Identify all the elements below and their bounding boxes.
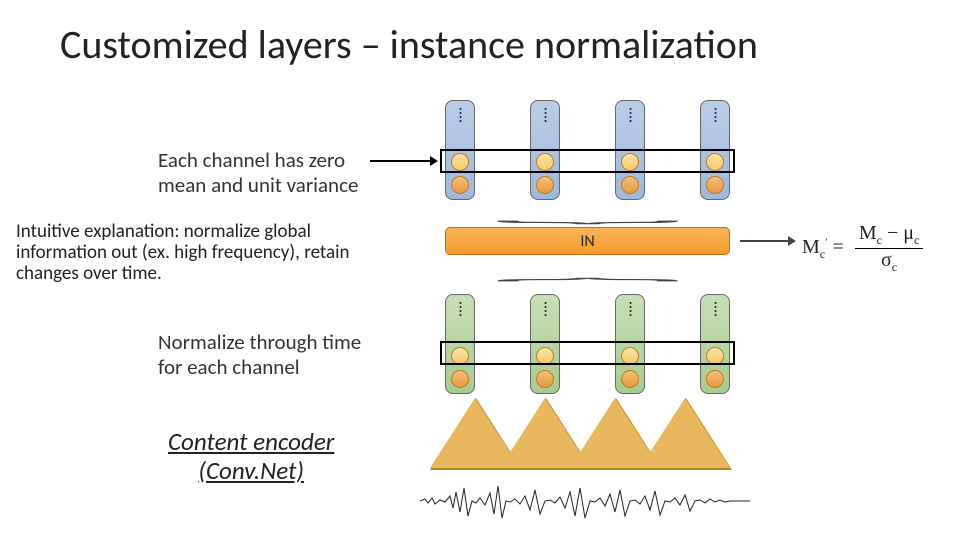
equals-sign: = (833, 236, 849, 258)
ellipsis-icon: ···· (531, 107, 559, 123)
brace-top-icon: ⏟ (494, 205, 681, 225)
formula: Mc′ = Mc − μc σc (802, 222, 923, 275)
arrow-icon (370, 160, 436, 162)
ellipsis-icon: ···· (446, 301, 474, 317)
pyramid-icon (640, 398, 730, 468)
convnet-pyramids (430, 398, 750, 476)
brace-bottom-icon: ⏟ (494, 278, 681, 298)
normalize-time-text: Normalize through time for each channel (158, 330, 361, 380)
ellipsis-icon: ···· (531, 301, 559, 317)
channel-slot (536, 176, 554, 194)
channel-slot (706, 176, 724, 194)
ellipsis-icon: ···· (446, 107, 474, 123)
instance-norm-box: IN (445, 227, 730, 255)
channel-slot (451, 370, 469, 388)
ellipsis-icon: ···· (701, 107, 729, 123)
zero-mean-text: Each channel has zero mean and unit vari… (158, 148, 358, 198)
formula-fraction: Mc − μc σc (855, 222, 923, 275)
ellipsis-icon: ···· (616, 301, 644, 317)
formula-lhs: Mc′ (802, 236, 828, 258)
channel-slot (621, 370, 639, 388)
formula-numerator: Mc − μc (855, 222, 923, 249)
channel-slot (451, 176, 469, 194)
formula-denominator: σc (855, 249, 923, 275)
ellipsis-icon: ···· (616, 107, 644, 123)
channel-slot (536, 370, 554, 388)
channel-selection-top (440, 149, 735, 173)
slide-title: Customized layers – instance normalizati… (60, 20, 758, 69)
waveform-icon (420, 478, 750, 524)
channel-selection-bottom (440, 341, 735, 365)
channel-slot (621, 176, 639, 194)
ellipsis-icon: ···· (701, 301, 729, 317)
intuitive-explanation: Intuitive explanation: normalize global … (16, 222, 406, 285)
content-encoder-label: Content encoder (Conv.Net) (168, 428, 334, 486)
arrow-icon (740, 240, 794, 242)
channel-slot (706, 370, 724, 388)
